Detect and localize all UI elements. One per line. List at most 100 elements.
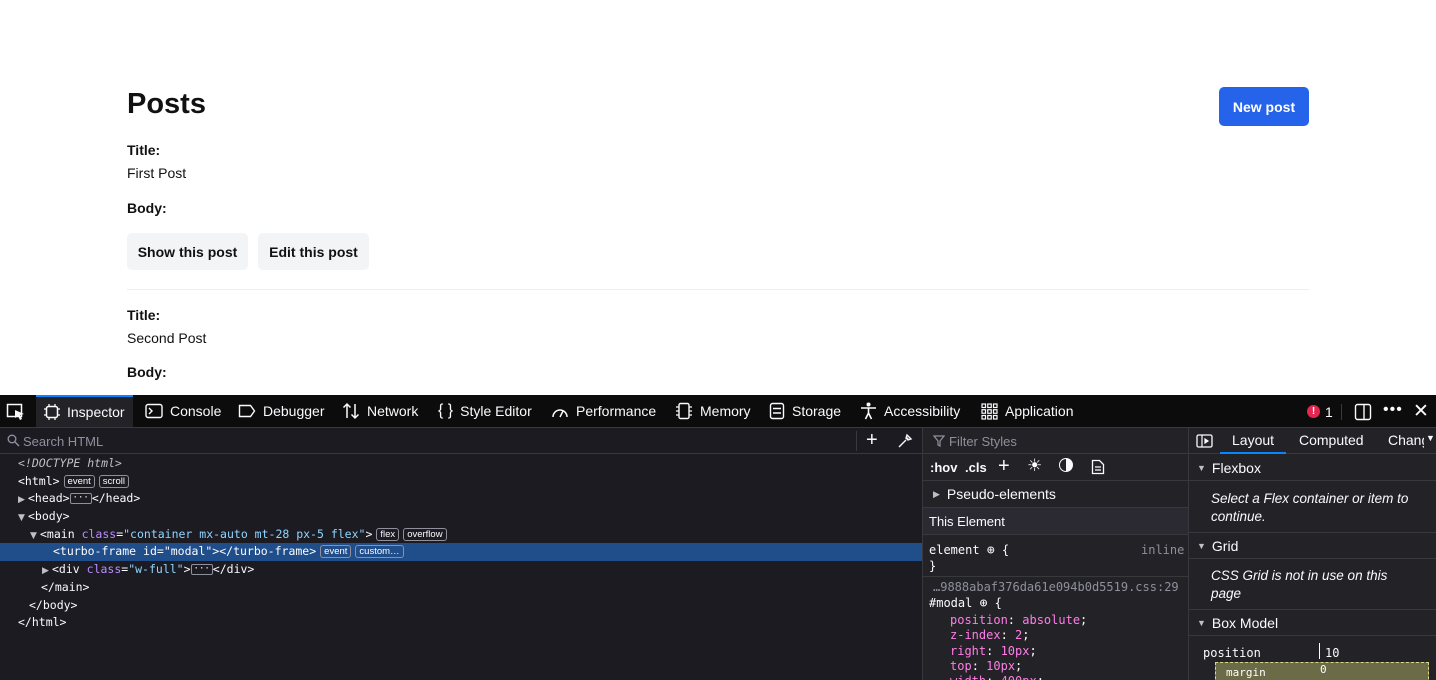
- dark-theme-icon[interactable]: [1059, 458, 1073, 472]
- tag-text: >: [183, 562, 191, 577]
- position-label: position: [1203, 646, 1261, 660]
- highlight-selector-icon[interactable]: ⊕: [980, 596, 988, 611]
- tree-node-html-close[interactable]: </html>: [0, 614, 922, 632]
- tag-text: <div: [52, 562, 80, 577]
- css-declaration[interactable]: position: absolute;: [950, 613, 1087, 627]
- tag-text: <head>: [28, 491, 70, 506]
- tag-text: <body>: [28, 509, 70, 524]
- hov-toggle[interactable]: :hov: [930, 460, 957, 475]
- tree-node-turbo-frame[interactable]: <turbo-frame id="modal"></turbo-frame> ev…: [0, 543, 922, 562]
- tab-layout[interactable]: Layout: [1220, 432, 1287, 454]
- tab-debugger[interactable]: Debugger: [238, 395, 325, 427]
- layout-sidebar: Layout Computed Chang ▼ ▼ Flexbox Select…: [1188, 428, 1436, 680]
- tree-node-main[interactable]: ▼ <main class="container mx-auto mt-28 px…: [0, 526, 922, 544]
- collapsed-ellipsis[interactable]: ···: [190, 564, 213, 576]
- tab-network[interactable]: Network: [342, 395, 418, 427]
- edit-post-button[interactable]: Edit this post: [258, 233, 369, 270]
- tab-inspector[interactable]: Inspector: [36, 395, 133, 427]
- scroll-badge[interactable]: scroll: [98, 474, 129, 488]
- tree-node-html[interactable]: <html> event scroll: [0, 473, 922, 491]
- add-node-icon[interactable]: +: [866, 429, 878, 452]
- collapse-arrow-icon: ▼: [1197, 540, 1206, 551]
- devtools-toolbar: Inspector Console Debugger Network { } S…: [0, 395, 1436, 428]
- tree-node-body-close[interactable]: </body>: [0, 597, 922, 615]
- collapse-arrow-icon: ▼: [1197, 462, 1206, 473]
- css-declaration[interactable]: right: 10px;: [950, 644, 1037, 658]
- property-value: absolute: [1022, 613, 1081, 627]
- search-html-bar: Search HTML +: [0, 428, 922, 454]
- close-icon[interactable]: ✕: [1413, 400, 1429, 423]
- attr-name: id: [143, 544, 157, 559]
- accessibility-icon: [861, 402, 876, 420]
- show-post-button[interactable]: Show this post: [127, 233, 248, 270]
- css-declaration[interactable]: z-index: 2;: [950, 628, 1030, 642]
- box-model-margin[interactable]: margin 0: [1215, 662, 1429, 680]
- highlight-selector-icon[interactable]: ⊕: [987, 543, 995, 558]
- event-badge[interactable]: event: [63, 474, 95, 488]
- tree-node-doctype[interactable]: <!DOCTYPE html>: [0, 455, 922, 473]
- performance-icon: [552, 409, 568, 418]
- css-declaration[interactable]: width: 400px;: [950, 674, 1044, 680]
- tab-style-editor[interactable]: { } Style Editor: [438, 395, 532, 427]
- tab-application[interactable]: Application: [981, 395, 1074, 427]
- box-model-section-header[interactable]: ▼ Box Model: [1189, 610, 1436, 636]
- custom-badge[interactable]: custom…: [355, 545, 404, 559]
- element-rule[interactable]: element ⊕ {: [929, 543, 1009, 558]
- tree-node-body[interactable]: ▼ <body>: [0, 508, 922, 526]
- tag-text: </div>: [212, 562, 255, 577]
- grid-section-header[interactable]: ▼ Grid: [1189, 533, 1436, 559]
- more-options-icon[interactable]: •••: [1383, 401, 1403, 419]
- event-badge[interactable]: event: [320, 545, 352, 559]
- tab-memory[interactable]: Memory: [675, 395, 751, 427]
- cls-toggle[interactable]: .cls: [965, 460, 987, 475]
- tab-label: Storage: [792, 403, 842, 419]
- tab-accessibility[interactable]: Accessibility: [860, 395, 960, 427]
- overflow-badge[interactable]: overflow: [403, 527, 447, 541]
- search-separator: [856, 431, 857, 451]
- tag-text: <html>: [18, 473, 60, 488]
- filter-styles-input[interactable]: Filter Styles: [949, 434, 1017, 449]
- flex-badge[interactable]: flex: [376, 527, 400, 541]
- post-divider: [127, 289, 1309, 290]
- tree-node-div[interactable]: ▶ <div class="w-full"> ··· </div>: [0, 561, 922, 579]
- tag-text: <turbo-frame: [53, 544, 137, 559]
- section-title: Grid: [1211, 537, 1239, 554]
- tab-performance[interactable]: Performance: [551, 395, 656, 427]
- margin-label: margin: [1226, 666, 1266, 679]
- tab-label: Debugger: [263, 403, 325, 419]
- property-value: 2: [1015, 628, 1023, 642]
- new-post-button[interactable]: New post: [1219, 87, 1309, 126]
- position-value[interactable]: 10: [1325, 646, 1339, 660]
- tabs-overflow-icon[interactable]: ▼: [1426, 433, 1435, 443]
- tree-node-head[interactable]: ▶ <head> ··· </head>: [0, 490, 922, 508]
- css-declaration[interactable]: top: 10px;: [950, 659, 1022, 673]
- attr-value: "container mx-auto mt-28 px-5 flex": [123, 526, 366, 541]
- margin-value[interactable]: 0: [1320, 663, 1327, 676]
- tab-label: Accessibility: [884, 403, 961, 419]
- print-media-icon[interactable]: [1091, 459, 1105, 475]
- element-picker-icon[interactable]: [6, 403, 26, 421]
- pseudo-elements-toggle[interactable]: ▶ Pseudo-elements: [923, 481, 1188, 508]
- tab-storage[interactable]: Storage: [769, 395, 841, 427]
- rules-toolbar: :hov .cls + ☀: [923, 455, 1188, 481]
- toggle-pane-icon[interactable]: [1196, 434, 1213, 448]
- tree-node-main-close[interactable]: </main>: [0, 579, 922, 597]
- html-tree: <!DOCTYPE html> <html> event scroll ▶ <head…: [0, 455, 922, 632]
- tab-changes[interactable]: Chang: [1388, 432, 1424, 448]
- collapsed-ellipsis[interactable]: ···: [69, 493, 92, 505]
- doctype-text: <!DOCTYPE html>: [18, 456, 122, 470]
- tab-computed[interactable]: Computed: [1299, 432, 1364, 448]
- eyedropper-icon[interactable]: [897, 433, 913, 449]
- light-theme-icon[interactable]: ☀: [1027, 456, 1042, 476]
- add-rule-icon[interactable]: +: [998, 455, 1010, 478]
- modal-rule[interactable]: #modal ⊕ {: [929, 596, 1002, 611]
- stylesheet-source-link[interactable]: …9888abaf376da61e094b0d5519.css:29: [933, 580, 1179, 594]
- dock-side-icon[interactable]: [1354, 403, 1372, 421]
- search-html-input[interactable]: Search HTML: [23, 434, 103, 449]
- tag-text: ></turbo-frame>: [212, 544, 317, 559]
- flexbox-message: Select a Flex container or item to conti…: [1211, 491, 1409, 524]
- error-count[interactable]: ! 1: [1307, 395, 1333, 428]
- flexbox-section-header[interactable]: ▼ Flexbox: [1189, 455, 1436, 481]
- post-title-value: First Post: [127, 165, 187, 181]
- tab-console[interactable]: Console: [145, 395, 221, 427]
